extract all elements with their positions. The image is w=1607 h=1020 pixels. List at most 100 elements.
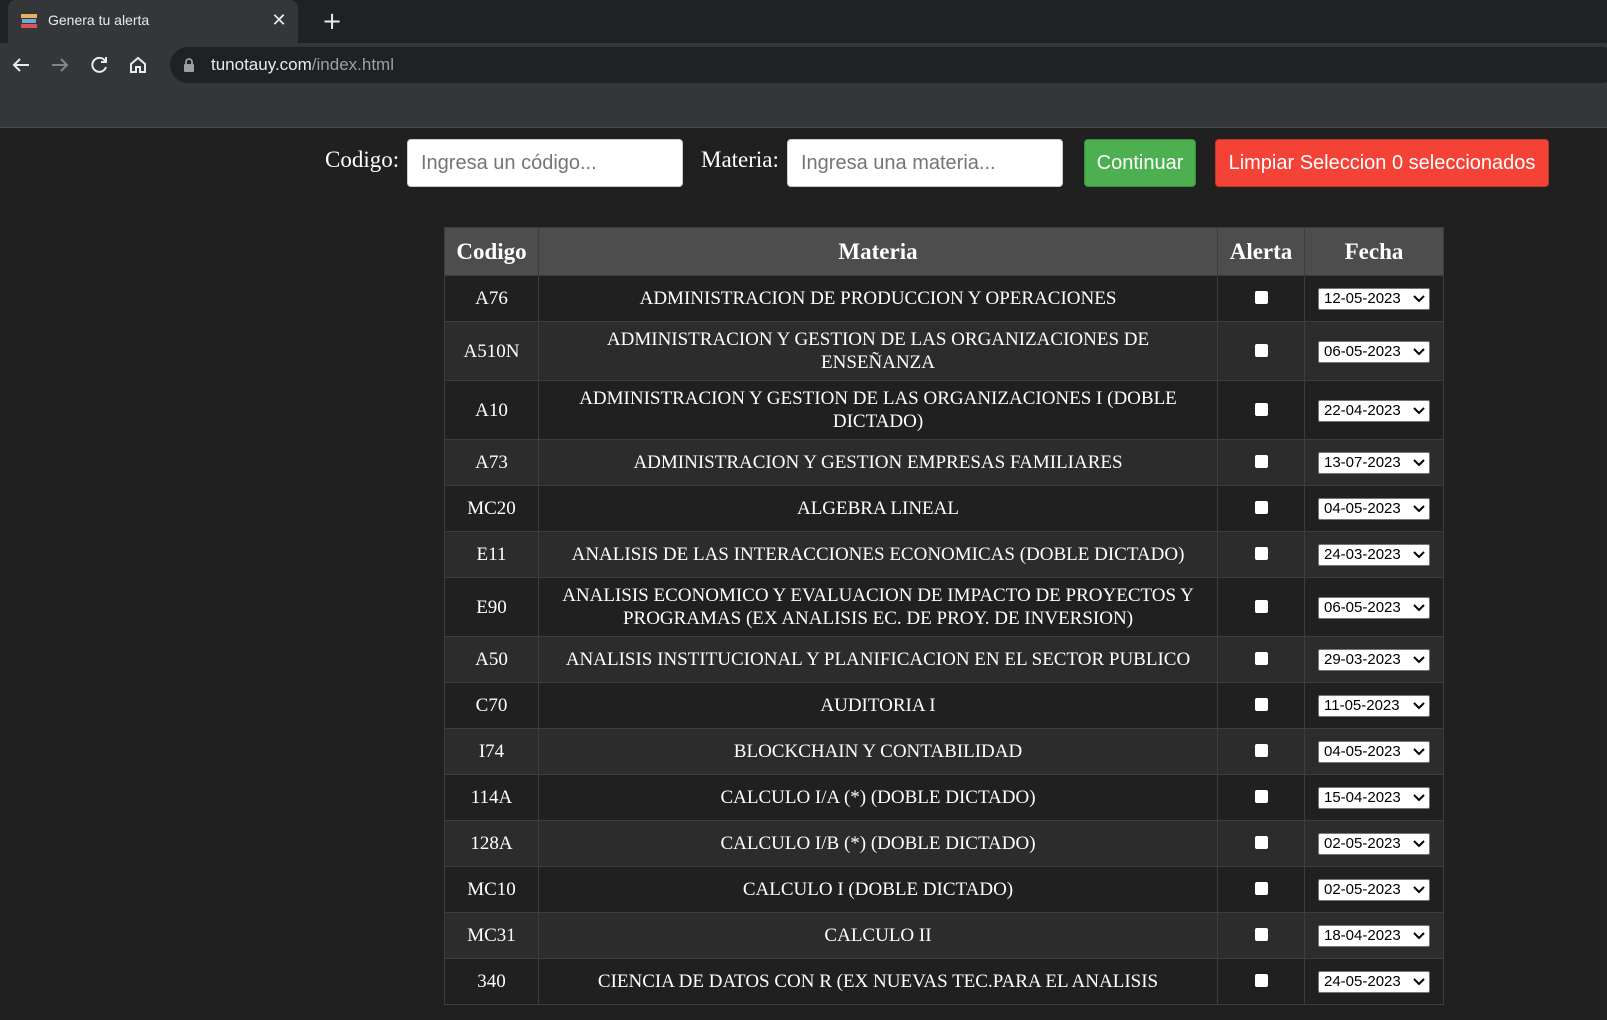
chevron-down-icon — [1413, 702, 1425, 710]
materia-cell: CIENCIA DE DATOS CON R (EX NUEVAS TEC.PA… — [538, 958, 1218, 1005]
codigo-cell: E90 — [444, 577, 539, 637]
fecha-cell: 06-05-2023 — [1304, 577, 1444, 637]
table-row: 128A CALCULO I/B (*) (DOBLE DICTADO) 02-05… — [444, 820, 1444, 867]
chevron-down-icon — [1413, 295, 1425, 303]
fecha-select[interactable]: 18-04-2023 — [1318, 925, 1430, 948]
materia-cell: ADMINISTRACION DE PRODUCCION Y OPERACION… — [538, 275, 1218, 322]
url-path: /index.html — [311, 55, 394, 74]
browser-tab-strip: Genera tu alerta ✕ + — [0, 0, 1607, 43]
codigo-label: Codigo: — [325, 147, 400, 172]
alert-checkbox[interactable] — [1254, 547, 1268, 561]
fecha-select[interactable]: 12-05-2023 — [1318, 288, 1430, 311]
clear-selection-button[interactable]: Limpiar Seleccion 0 seleccionados — [1215, 139, 1549, 187]
alert-checkbox[interactable] — [1254, 455, 1268, 469]
fecha-cell: 06-05-2023 — [1304, 321, 1444, 381]
materia-cell: CALCULO II — [538, 912, 1218, 959]
fecha-select[interactable]: 11-05-2023 — [1318, 695, 1430, 718]
alert-checkbox[interactable] — [1254, 974, 1268, 988]
plus-icon[interactable]: + — [318, 8, 346, 36]
alert-checkbox[interactable] — [1254, 744, 1268, 758]
fecha-value: 12-05-2023 — [1324, 290, 1401, 308]
fecha-cell: 18-04-2023 — [1304, 912, 1444, 959]
alert-checkbox[interactable] — [1254, 652, 1268, 666]
browser-tab[interactable]: Genera tu alerta ✕ — [8, 0, 298, 43]
alert-checkbox[interactable] — [1254, 882, 1268, 896]
materias-table: Codigo Materia Alerta Fecha A76 ADMINISTR… — [444, 227, 1444, 1005]
fecha-select[interactable]: 06-05-2023 — [1318, 340, 1430, 363]
alerta-cell — [1217, 820, 1305, 867]
table-row: MC20 ALGEBRA LINEAL 04-05-2023 — [444, 485, 1444, 532]
books-favicon-icon — [20, 12, 38, 30]
alerta-cell — [1217, 275, 1305, 322]
fecha-select[interactable]: 04-05-2023 — [1318, 498, 1430, 521]
materia-input[interactable] — [787, 139, 1063, 187]
alert-checkbox[interactable] — [1254, 790, 1268, 804]
codigo-cell: A73 — [444, 439, 539, 486]
alerta-cell — [1217, 866, 1305, 913]
materia-label: Materia: — [701, 147, 779, 172]
home-icon[interactable] — [124, 51, 152, 79]
chevron-down-icon — [1413, 656, 1425, 664]
table-row: A76 ADMINISTRACION DE PRODUCCION Y OPERAC… — [444, 275, 1444, 322]
table-row: A10 ADMINISTRACION Y GESTION DE LAS ORGAN… — [444, 380, 1444, 440]
table-row: I74 BLOCKCHAIN Y CONTABILIDAD 04-05-2023 — [444, 728, 1444, 775]
alert-checkbox[interactable] — [1254, 928, 1268, 942]
fecha-select[interactable]: 06-05-2023 — [1318, 596, 1430, 619]
fecha-select[interactable]: 02-05-2023 — [1318, 833, 1430, 856]
fecha-select[interactable]: 02-05-2023 — [1318, 879, 1430, 902]
close-icon[interactable]: ✕ — [268, 10, 290, 32]
alert-checkbox[interactable] — [1254, 501, 1268, 515]
fecha-select[interactable]: 13-07-2023 — [1318, 452, 1430, 475]
arrow-left-icon[interactable] — [7, 51, 35, 79]
alert-checkbox[interactable] — [1254, 291, 1268, 305]
fecha-select[interactable]: 22-04-2023 — [1318, 399, 1430, 422]
address-bar[interactable]: tunotauy.com/index.html — [170, 47, 1607, 83]
alerta-cell — [1217, 958, 1305, 1005]
codigo-cell: 340 — [444, 958, 539, 1005]
table-row: 114A CALCULO I/A (*) (DOBLE DICTADO) 15-04… — [444, 774, 1444, 821]
reload-icon[interactable] — [85, 51, 113, 79]
materia-cell: CALCULO I/A (*) (DOBLE DICTADO) — [538, 774, 1218, 821]
table-row: MC31 CALCULO II 18-04-2023 — [444, 912, 1444, 959]
table-row: 340 CIENCIA DE DATOS CON R (EX NUEVAS TEC… — [444, 958, 1444, 1005]
alerta-cell — [1217, 321, 1305, 381]
fecha-cell: 12-05-2023 — [1304, 275, 1444, 322]
tab-title: Genera tu alerta — [48, 12, 150, 28]
codigo-cell: A510N — [444, 321, 539, 381]
alert-checkbox[interactable] — [1254, 343, 1268, 357]
codigo-cell: MC20 — [444, 485, 539, 532]
chevron-down-icon — [1413, 505, 1425, 513]
fecha-select[interactable]: 24-05-2023 — [1318, 971, 1430, 994]
materia-cell: CALCULO I/B (*) (DOBLE DICTADO) — [538, 820, 1218, 867]
chevron-down-icon — [1413, 407, 1425, 415]
alert-checkbox[interactable] — [1254, 402, 1268, 416]
bookmarks-bar — [0, 87, 1607, 128]
alert-checkbox[interactable] — [1254, 599, 1268, 613]
table-row: C70 AUDITORIA I 11-05-2023 — [444, 682, 1444, 729]
fecha-cell: 04-05-2023 — [1304, 728, 1444, 775]
materia-cell: ALGEBRA LINEAL — [538, 485, 1218, 532]
codigo-input[interactable] — [407, 139, 683, 187]
chevron-down-icon — [1413, 551, 1425, 559]
lock-icon[interactable] — [182, 57, 196, 73]
fecha-select[interactable]: 29-03-2023 — [1318, 649, 1430, 672]
fecha-select[interactable]: 15-04-2023 — [1318, 787, 1430, 810]
fecha-value: 11-05-2023 — [1324, 697, 1400, 715]
fecha-value: 13-07-2023 — [1324, 454, 1401, 472]
fecha-value: 22-04-2023 — [1324, 401, 1401, 419]
table-row: A73 ADMINISTRACION Y GESTION EMPRESAS FAM… — [444, 439, 1444, 486]
fecha-select[interactable]: 24-03-2023 — [1318, 544, 1430, 567]
fecha-select[interactable]: 04-05-2023 — [1318, 741, 1430, 764]
continue-button[interactable]: Continuar — [1084, 139, 1196, 187]
alerta-cell — [1217, 485, 1305, 532]
alerta-cell — [1217, 531, 1305, 578]
materia-cell: ANALISIS ECONOMICO Y EVALUACION DE IMPAC… — [538, 577, 1218, 637]
chevron-down-icon — [1413, 886, 1425, 894]
alert-checkbox[interactable] — [1254, 836, 1268, 850]
fecha-value: 06-05-2023 — [1324, 598, 1401, 616]
alert-checkbox[interactable] — [1254, 698, 1268, 712]
column-header-fecha: Fecha — [1304, 227, 1444, 276]
materia-cell: CALCULO I (DOBLE DICTADO) — [538, 866, 1218, 913]
codigo-cell: 114A — [444, 774, 539, 821]
arrow-right-icon[interactable] — [46, 51, 74, 79]
